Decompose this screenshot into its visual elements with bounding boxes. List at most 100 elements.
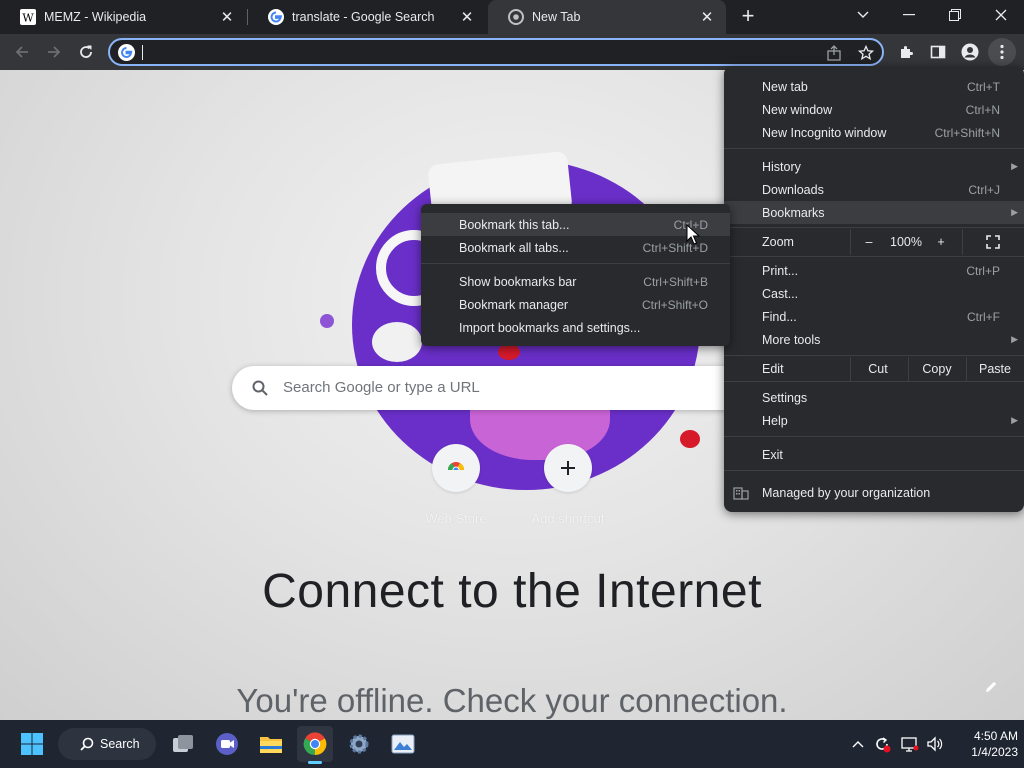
tab-strip: W MEMZ - Wikipedia ✕ translate - Google … bbox=[0, 0, 1024, 34]
sync-error-icon[interactable] bbox=[872, 734, 892, 754]
settings-icon[interactable] bbox=[341, 726, 377, 762]
tab-title: MEMZ - Wikipedia bbox=[44, 10, 147, 24]
wikipedia-icon: W bbox=[20, 9, 36, 25]
google-icon bbox=[118, 44, 135, 61]
volume-icon[interactable] bbox=[925, 734, 945, 754]
plus-icon bbox=[544, 444, 592, 492]
submenu-item-bookmark-this-tab[interactable]: Bookmark this tab... Ctrl+D bbox=[421, 213, 730, 236]
menu-item-managed-by-organization[interactable]: Managed by your organization bbox=[724, 481, 1024, 504]
menu-item-find[interactable]: Find... Ctrl+F bbox=[724, 305, 1024, 328]
menu-item-exit[interactable]: Exit bbox=[724, 443, 1024, 466]
building-icon bbox=[732, 484, 750, 502]
side-panel-icon[interactable] bbox=[924, 38, 952, 66]
menu-item-shortcut: Ctrl+N bbox=[965, 102, 1000, 117]
tab-close-icon[interactable]: ✕ bbox=[458, 8, 476, 26]
chrome-icon bbox=[508, 9, 524, 25]
paste-button[interactable]: Paste bbox=[966, 357, 1024, 381]
minimize-icon[interactable] bbox=[886, 0, 932, 30]
tab-translate-google-search[interactable]: translate - Google Search ✕ bbox=[248, 0, 486, 34]
menu-item-cast[interactable]: Cast... bbox=[724, 282, 1024, 305]
tab-search-chevron-icon[interactable] bbox=[840, 0, 886, 30]
menu-item-new-incognito-window[interactable]: New Incognito window Ctrl+Shift+N bbox=[724, 121, 1024, 144]
close-window-icon[interactable] bbox=[978, 0, 1024, 30]
menu-separator bbox=[724, 355, 1024, 356]
menu-item-label: More tools bbox=[762, 332, 821, 347]
menu-item-settings[interactable]: Settings bbox=[724, 386, 1024, 409]
menu-item-more-tools[interactable]: More tools ▶ bbox=[724, 328, 1024, 351]
network-icon[interactable] bbox=[900, 734, 920, 754]
tab-close-icon[interactable]: ✕ bbox=[218, 8, 236, 26]
google-icon bbox=[268, 9, 284, 25]
text-cursor bbox=[142, 45, 143, 60]
shortcut-web-store[interactable]: Web Store bbox=[400, 444, 512, 526]
search-icon bbox=[250, 378, 270, 398]
ntp-search-box[interactable]: Search Google or type a URL bbox=[232, 366, 792, 410]
meet-icon[interactable] bbox=[209, 726, 245, 762]
address-bar[interactable] bbox=[108, 38, 884, 66]
customize-pencil-icon[interactable] bbox=[980, 676, 1002, 698]
tab-new-tab[interactable]: New Tab ✕ bbox=[488, 0, 726, 34]
menu-item-label: History bbox=[762, 159, 801, 174]
submenu-item-import-bookmarks[interactable]: Import bookmarks and settings... bbox=[421, 316, 730, 339]
submenu-item-show-bookmarks-bar[interactable]: Show bookmarks bar Ctrl+Shift+B bbox=[421, 270, 730, 293]
menu-item-new-window[interactable]: New window Ctrl+N bbox=[724, 98, 1024, 121]
fullscreen-icon[interactable] bbox=[982, 229, 1004, 255]
menu-item-label: Downloads bbox=[762, 182, 824, 197]
menu-item-label: Managed by your organization bbox=[762, 485, 931, 500]
tab-memz-wikipedia[interactable]: W MEMZ - Wikipedia ✕ bbox=[0, 0, 246, 34]
menu-separator bbox=[724, 227, 1024, 228]
share-icon[interactable] bbox=[824, 43, 844, 63]
tab-close-icon[interactable]: ✕ bbox=[698, 8, 716, 26]
submenu-arrow-icon: ▶ bbox=[1011, 161, 1018, 171]
new-tab-plus-icon[interactable]: + bbox=[736, 5, 760, 29]
menu-item-help[interactable]: Help ▶ bbox=[724, 409, 1024, 432]
tab-title: New Tab bbox=[532, 10, 581, 24]
bookmark-star-icon[interactable] bbox=[856, 43, 876, 63]
file-explorer-icon[interactable] bbox=[253, 726, 289, 762]
taskbar-search-button[interactable]: Search bbox=[58, 728, 156, 760]
submenu-item-bookmark-all-tabs[interactable]: Bookmark all tabs... Ctrl+Shift+D bbox=[421, 236, 730, 259]
back-arrow-icon[interactable] bbox=[8, 38, 36, 66]
menu-item-print[interactable]: Print... Ctrl+P bbox=[724, 259, 1024, 282]
zoom-divider bbox=[962, 229, 963, 255]
menu-separator bbox=[724, 436, 1024, 437]
chrome-menu-kebab-icon[interactable] bbox=[988, 38, 1016, 66]
menu-separator bbox=[421, 263, 730, 264]
cut-button[interactable]: Cut bbox=[849, 357, 907, 381]
svg-text:W: W bbox=[22, 12, 34, 25]
menu-item-shortcut: Ctrl+T bbox=[967, 79, 1000, 94]
windows-start-icon[interactable] bbox=[14, 726, 50, 762]
search-placeholder: Search Google or type a URL bbox=[283, 379, 480, 396]
show-hidden-icons-chevron-icon[interactable] bbox=[848, 734, 868, 754]
zoom-out-button[interactable]: – bbox=[858, 229, 880, 255]
shortcut-add[interactable]: Add shortcut bbox=[512, 444, 624, 526]
reload-icon[interactable] bbox=[72, 38, 100, 66]
profile-avatar-icon[interactable] bbox=[956, 38, 984, 66]
taskbar-search-label: Search bbox=[100, 737, 140, 751]
menu-item-label: Exit bbox=[762, 447, 783, 462]
restore-icon[interactable] bbox=[932, 0, 978, 30]
clock-time: 4:50 AM bbox=[973, 729, 1018, 743]
zoom-in-button[interactable]: + bbox=[930, 229, 952, 255]
menu-item-new-tab[interactable]: New tab Ctrl+T bbox=[724, 75, 1024, 98]
menu-zoom-row: Zoom – 100% + bbox=[724, 229, 1024, 255]
extensions-puzzle-icon[interactable] bbox=[892, 38, 920, 66]
menu-item-bookmarks[interactable]: Bookmarks ▶ bbox=[724, 201, 1024, 224]
forward-arrow-icon[interactable] bbox=[40, 38, 68, 66]
photos-icon[interactable] bbox=[385, 726, 421, 762]
menu-edit-row: Edit Cut Copy Paste bbox=[724, 357, 1024, 381]
offline-subtitle: You're offline. Check your connection. bbox=[236, 682, 788, 719]
zoom-level: 100% bbox=[890, 235, 922, 249]
taskbar-clock[interactable]: 4:50 AM 1/4/2023 bbox=[952, 728, 1018, 760]
decorative-red-dot bbox=[680, 430, 700, 448]
copy-button[interactable]: Copy bbox=[908, 357, 966, 381]
chrome-icon[interactable] bbox=[297, 726, 333, 762]
menu-separator bbox=[724, 148, 1024, 149]
clock-date: 1/4/2023 bbox=[971, 745, 1018, 759]
menu-item-label: New window bbox=[762, 102, 833, 117]
task-view-icon[interactable] bbox=[165, 726, 201, 762]
menu-item-downloads[interactable]: Downloads Ctrl+J bbox=[724, 178, 1024, 201]
submenu-item-label: Show bookmarks bar bbox=[459, 275, 577, 289]
menu-item-history[interactable]: History ▶ bbox=[724, 155, 1024, 178]
submenu-item-bookmark-manager[interactable]: Bookmark manager Ctrl+Shift+O bbox=[421, 293, 730, 316]
